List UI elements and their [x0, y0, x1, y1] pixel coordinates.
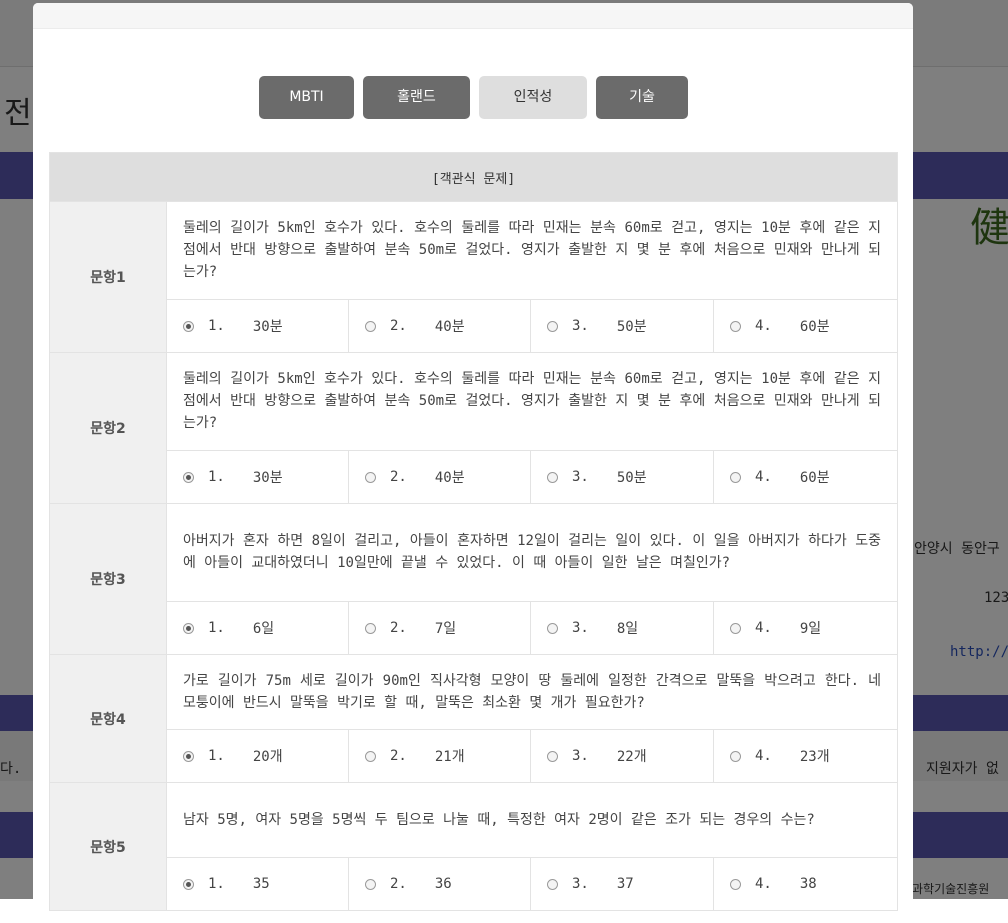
tab-technical[interactable]: 기술 [596, 76, 688, 119]
question-label: 문항1 [49, 201, 167, 353]
option-text: 30분 [252, 319, 283, 335]
radio-button[interactable] [365, 320, 376, 332]
question-text: 둘레의 길이가 5km인 호수가 있다. 호수의 둘레를 따라 민재는 분속 6… [165, 201, 899, 300]
option-number: 3. [572, 748, 589, 764]
answer-option[interactable]: 1. 30분 [166, 299, 349, 353]
radio-button-selected[interactable] [183, 320, 194, 332]
radio-button[interactable] [547, 750, 558, 762]
option-text: 20개 [252, 749, 283, 765]
option-number: 2. [390, 469, 407, 485]
answer-option[interactable]: 2. 40분 [348, 299, 531, 353]
answer-option[interactable]: 2. 36 [348, 857, 531, 911]
radio-button-selected[interactable] [183, 471, 194, 483]
answer-option[interactable]: 2. 40분 [348, 450, 531, 504]
option-text: 40분 [434, 319, 465, 335]
question-label: 문항2 [49, 352, 167, 504]
answer-option[interactable]: 3. 22개 [530, 729, 714, 783]
answer-option[interactable]: 3. 50분 [530, 450, 714, 504]
option-number: 1. [208, 469, 225, 485]
option-number: 2. [390, 620, 407, 636]
answer-option[interactable]: 4. 60분 [712, 299, 899, 353]
option-text: 40분 [434, 470, 465, 486]
option-number: 4. [755, 876, 772, 892]
radio-button[interactable] [730, 622, 741, 634]
option-text: 50분 [616, 319, 647, 335]
section-title: [객관식 문제] [48, 152, 899, 202]
radio-button[interactable] [730, 471, 741, 483]
radio-button[interactable] [365, 750, 376, 762]
option-text: 23개 [799, 749, 830, 765]
radio-button[interactable] [365, 622, 376, 634]
radio-button[interactable] [730, 878, 741, 890]
option-text: 8일 [616, 621, 639, 637]
option-number: 4. [755, 469, 772, 485]
option-text: 6일 [252, 621, 275, 637]
answer-option[interactable]: 3. 50분 [530, 299, 714, 353]
tab-holland[interactable]: 홀랜드 [363, 76, 470, 119]
question-label: 문항5 [49, 782, 167, 911]
option-text: 38 [799, 876, 817, 892]
question-text: 둘레의 길이가 5km인 호수가 있다. 호수의 둘레를 따라 민재는 분속 6… [165, 352, 899, 451]
answer-option[interactable]: 4. 60분 [712, 450, 899, 504]
modal-header [33, 3, 913, 29]
answer-option[interactable]: 1. 35 [166, 857, 349, 911]
answer-option[interactable]: 4. 23개 [712, 729, 899, 783]
option-number: 2. [390, 318, 407, 334]
radio-button[interactable] [547, 622, 558, 634]
option-number: 4. [755, 748, 772, 764]
answer-option[interactable]: 2. 21개 [348, 729, 531, 783]
option-number: 1. [208, 748, 225, 764]
radio-button-selected[interactable] [183, 750, 194, 762]
option-text: 37 [616, 876, 634, 892]
option-number: 1. [208, 620, 225, 636]
radio-button[interactable] [730, 320, 741, 332]
radio-button[interactable] [547, 320, 558, 332]
option-text: 30분 [252, 470, 283, 486]
answer-option[interactable]: 3. 37 [530, 857, 714, 911]
option-number: 3. [572, 620, 589, 636]
answer-option[interactable]: 1. 30분 [166, 450, 349, 504]
option-number: 4. [755, 620, 772, 636]
question-label: 문항4 [49, 654, 167, 783]
radio-button[interactable] [365, 878, 376, 890]
option-number: 4. [755, 318, 772, 334]
question-text: 아버지가 혼자 하면 8일이 걸리고, 아들이 혼자하면 12일이 걸리는 일이… [165, 503, 899, 602]
option-text: 60분 [799, 319, 830, 335]
option-number: 2. [390, 748, 407, 764]
tab-aptitude[interactable]: 인적성 [479, 76, 587, 119]
option-text: 22개 [616, 749, 647, 765]
option-text: 50분 [616, 470, 647, 486]
option-number: 1. [208, 876, 225, 892]
option-number: 1. [208, 318, 225, 334]
option-text: 7일 [434, 621, 457, 637]
answer-option[interactable]: 4. 9일 [712, 601, 899, 655]
option-number: 3. [572, 876, 589, 892]
radio-button[interactable] [547, 878, 558, 890]
question-text: 가로 길이가 75m 세로 길이가 90m인 직사각형 모양이 땅 둘레에 일정… [165, 654, 899, 730]
tab-mbti[interactable]: MBTI [259, 76, 354, 119]
option-number: 3. [572, 469, 589, 485]
question-label: 문항3 [49, 503, 167, 655]
answer-option[interactable]: 1. 20개 [166, 729, 349, 783]
option-text: 21개 [434, 749, 465, 765]
question-table: [객관식 문제] 문항1 둘레의 길이가 5km인 호수가 있다. 호수의 둘레… [48, 152, 899, 911]
question-text: 남자 5명, 여자 5명을 5명씩 두 팀으로 나눌 때, 특정한 여자 2명이… [165, 782, 899, 858]
radio-button[interactable] [365, 471, 376, 483]
option-text: 36 [434, 876, 452, 892]
test-modal: MBTI 홀랜드 인적성 기술 [객관식 문제] 문항1 둘레의 길이가 5km… [33, 3, 913, 923]
answer-option[interactable]: 2. 7일 [348, 601, 531, 655]
answer-option[interactable]: 4. 38 [712, 857, 899, 911]
option-text: 35 [252, 876, 270, 892]
radio-button[interactable] [547, 471, 558, 483]
option-number: 3. [572, 318, 589, 334]
answer-option[interactable]: 1. 6일 [166, 601, 349, 655]
answer-option[interactable]: 3. 8일 [530, 601, 714, 655]
radio-button[interactable] [730, 750, 741, 762]
radio-button-selected[interactable] [183, 878, 194, 890]
option-text: 60분 [799, 470, 830, 486]
option-number: 2. [390, 876, 407, 892]
option-text: 9일 [799, 621, 822, 637]
radio-button-selected[interactable] [183, 622, 194, 634]
